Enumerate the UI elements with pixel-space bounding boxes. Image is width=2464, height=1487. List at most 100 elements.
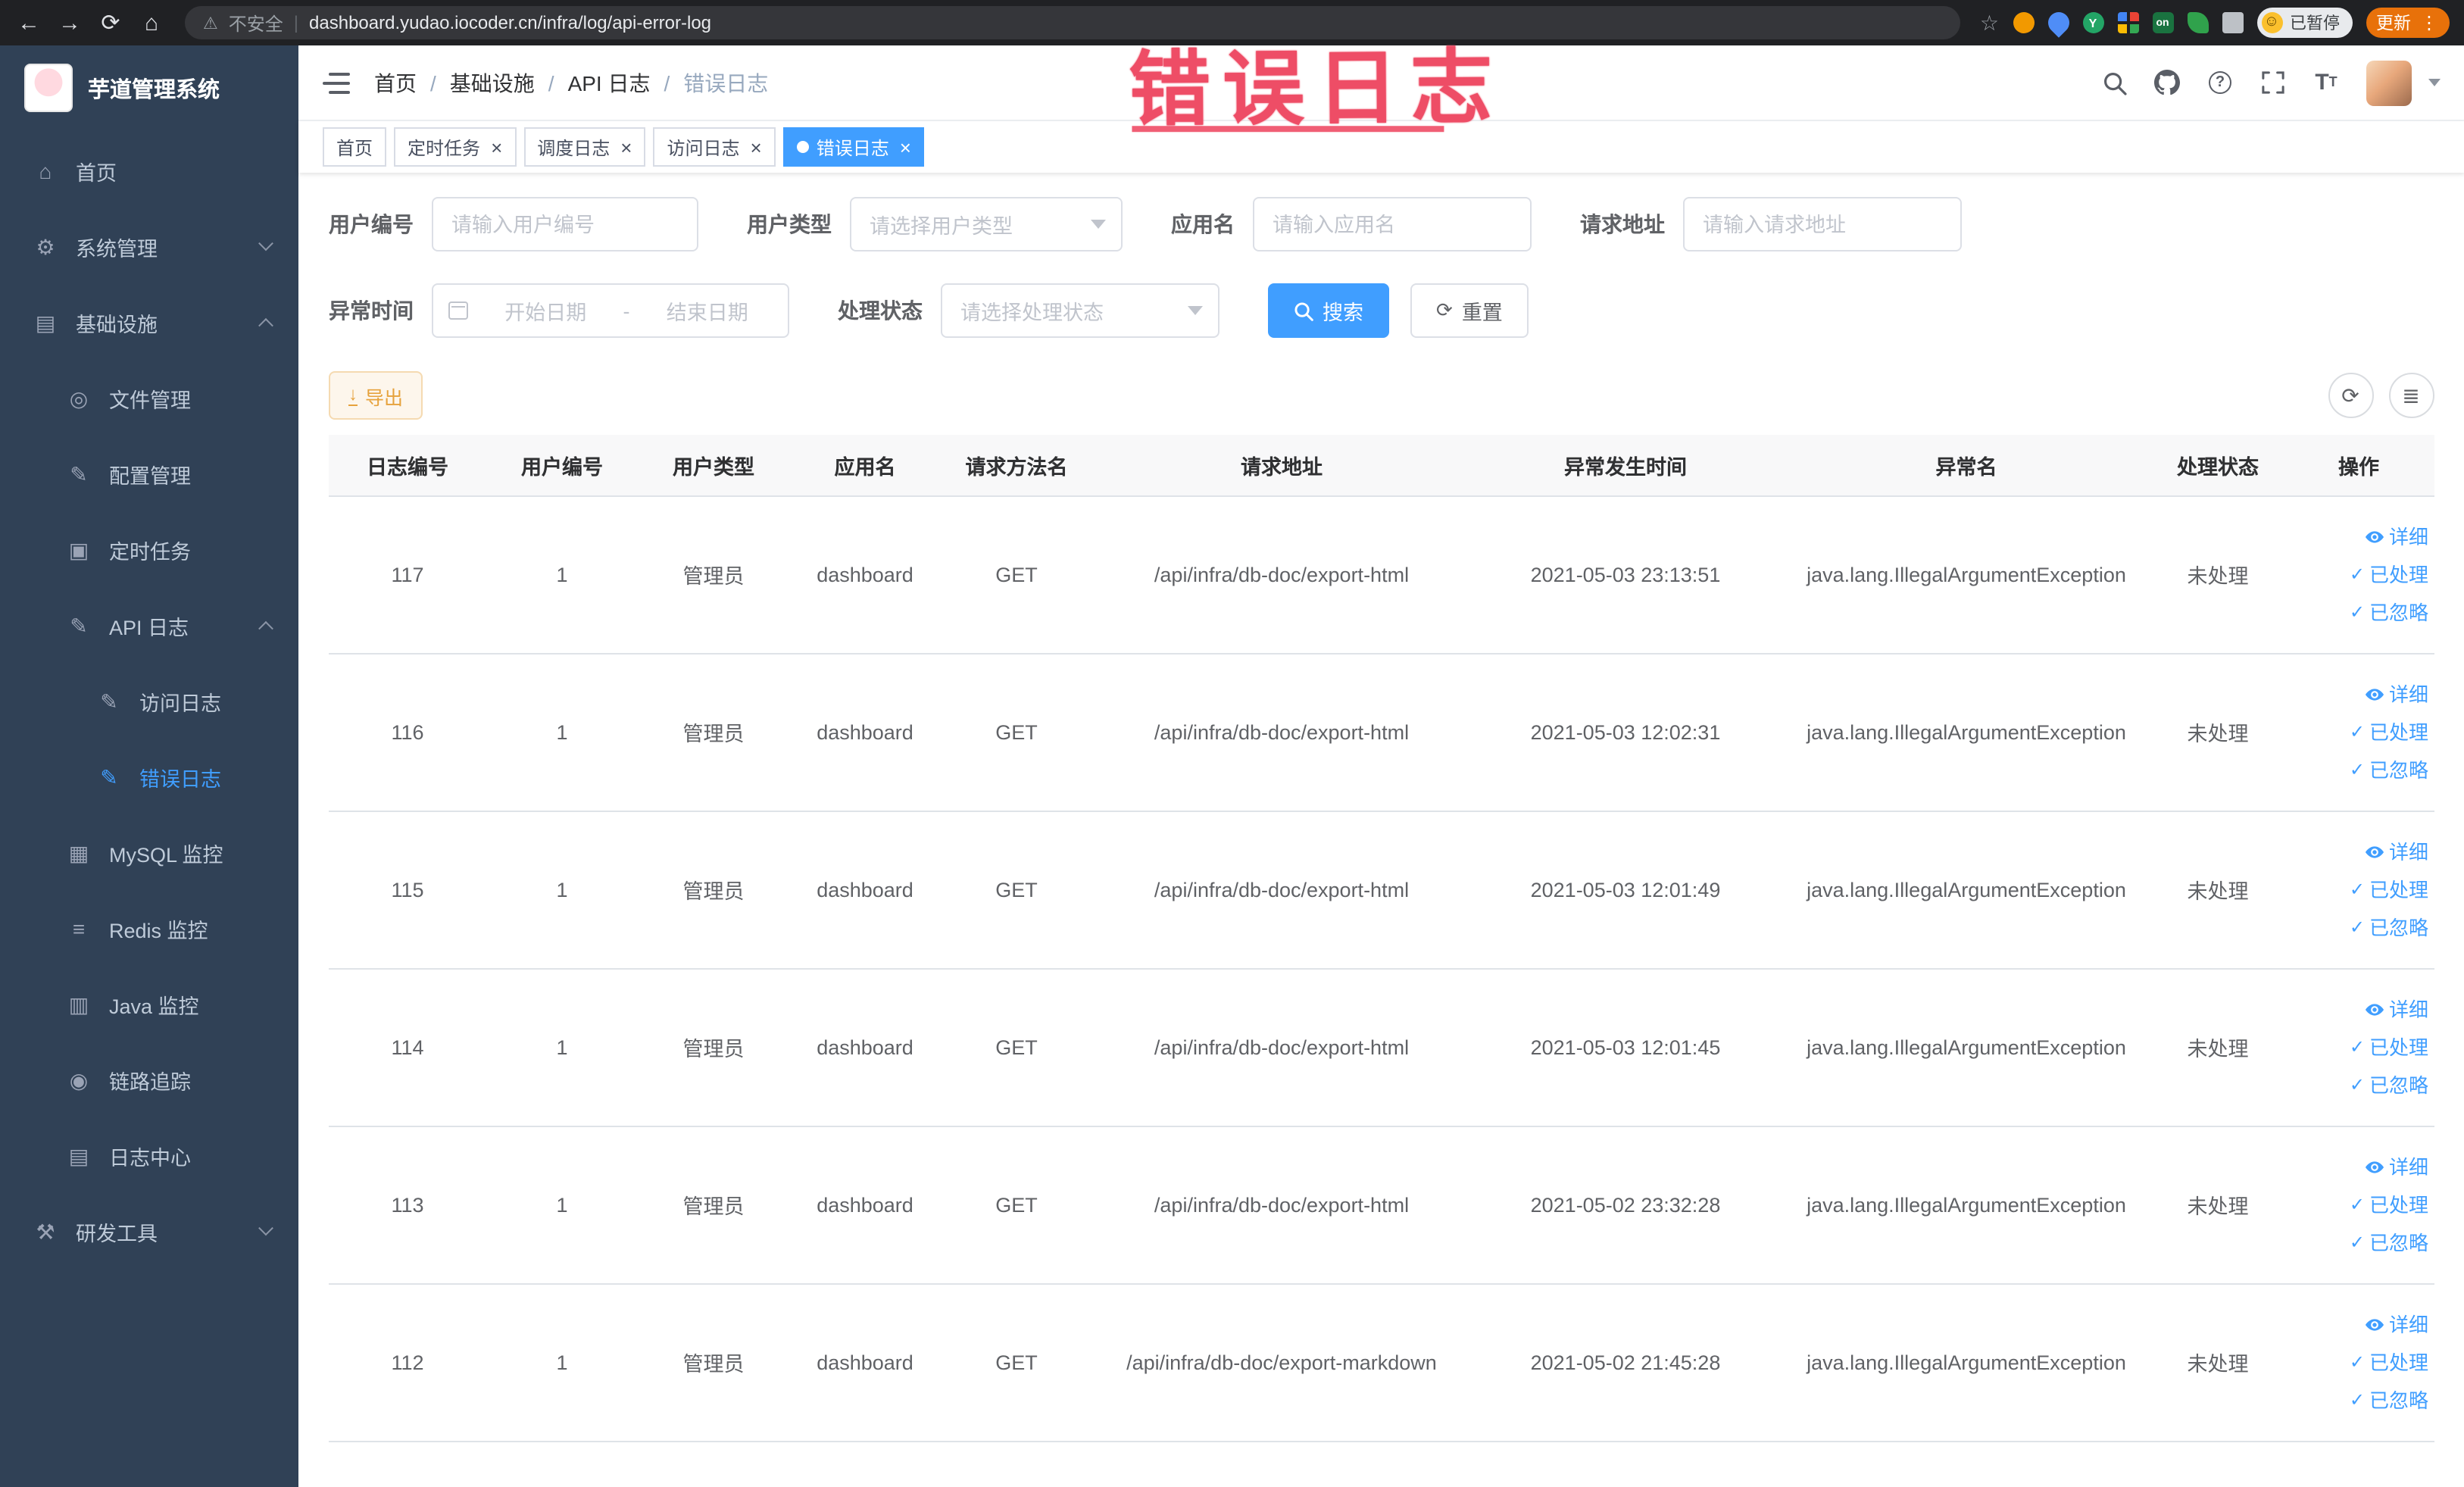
cell-user_type: 管理员 bbox=[638, 811, 789, 969]
reset-button[interactable]: ⟳ 重置 bbox=[1410, 283, 1529, 338]
address-bar[interactable]: ⚠ 不安全 | dashboard.yudao.iocoder.cn/infra… bbox=[185, 6, 1960, 39]
breadcrumb-item[interactable]: 首页 bbox=[374, 67, 417, 98]
tab-access-log[interactable]: 访问日志 × bbox=[653, 127, 776, 167]
java-icon: ▥ bbox=[68, 992, 89, 1016]
sidebar-toggle-icon[interactable] bbox=[323, 72, 350, 93]
breadcrumb-separator: / bbox=[548, 70, 554, 95]
tab-job-log[interactable]: 调度日志 × bbox=[523, 127, 646, 167]
close-icon[interactable]: × bbox=[900, 137, 911, 157]
ignored-link[interactable]: ✓ 已忽略 bbox=[2289, 908, 2428, 946]
sidebar-item-api-log[interactable]: ✎ API 日志 bbox=[0, 588, 298, 664]
detail-link[interactable]: 详细 bbox=[2289, 675, 2428, 713]
breadcrumb-item[interactable]: API 日志 bbox=[568, 67, 651, 98]
content: 用户编号 用户类型 请选择用户类型 应用名 bbox=[298, 173, 2464, 1487]
user-type-select[interactable]: 请选择用户类型 bbox=[850, 197, 1123, 251]
sidebar-item-label: 文件管理 bbox=[109, 389, 191, 412]
fullscreen-icon[interactable] bbox=[2259, 69, 2287, 96]
extension-icon[interactable]: Y bbox=[2082, 12, 2103, 33]
profile-chip[interactable]: ☺ 已暂停 bbox=[2256, 8, 2352, 38]
processed-link[interactable]: ✓ 已处理 bbox=[2289, 870, 2428, 908]
sidebar-item-system-mgmt[interactable]: ⚙ 系统管理 bbox=[0, 209, 298, 285]
detail-link[interactable]: 详细 bbox=[2289, 1305, 2428, 1343]
column-settings-button[interactable]: ≣ bbox=[2388, 373, 2434, 418]
chevron-down-icon bbox=[258, 1220, 273, 1236]
process-status-select[interactable]: 请选择处理状态 bbox=[941, 283, 1220, 338]
breadcrumb-item: 错误日志 bbox=[683, 70, 769, 95]
request-url-input[interactable] bbox=[1683, 197, 1962, 251]
sidebar-item-infrastructure[interactable]: ▤ 基础设施 bbox=[0, 285, 298, 361]
detail-link[interactable]: 详细 bbox=[2289, 990, 2428, 1028]
refresh-table-button[interactable]: ⟳ bbox=[2328, 373, 2373, 418]
active-dot-icon bbox=[796, 141, 809, 153]
sidebar-item-redis-monitor[interactable]: ≡ Redis 监控 bbox=[0, 891, 298, 967]
filter-exception-time: 异常时间 开始日期 - 结束日期 bbox=[329, 283, 789, 338]
sidebar-item-error-log[interactable]: ✎ 错误日志 bbox=[0, 739, 298, 815]
sidebar-item-file-mgmt[interactable]: ◎ 文件管理 bbox=[0, 361, 298, 436]
ignored-link[interactable]: ✓ 已忽略 bbox=[2289, 1223, 2428, 1261]
ignored-link[interactable]: ✓ 已忽略 bbox=[2289, 751, 2428, 789]
home-icon: ⌂ bbox=[39, 159, 52, 183]
bookmark-star-icon[interactable]: ☆ bbox=[1980, 10, 1999, 36]
sidebar-item-dev-tools[interactable]: ⚒ 研发工具 bbox=[0, 1194, 298, 1270]
sidebar-item-scheduled-jobs[interactable]: ▣ 定时任务 bbox=[0, 512, 298, 588]
browser-update-button[interactable]: 更新 ⋮ bbox=[2366, 8, 2449, 38]
ignored-link[interactable]: ✓ 已忽略 bbox=[2289, 1066, 2428, 1104]
extension-icon[interactable] bbox=[2013, 12, 2034, 33]
processed-link[interactable]: ✓ 已处理 bbox=[2289, 713, 2428, 751]
breadcrumb-item[interactable]: 基础设施 bbox=[450, 67, 535, 98]
font-size-icon[interactable]: TT bbox=[2313, 69, 2340, 96]
sidebar-item-mysql-monitor[interactable]: ▦ MySQL 监控 bbox=[0, 815, 298, 891]
processed-link[interactable]: ✓ 已处理 bbox=[2289, 1343, 2428, 1381]
cell-time: 2021-05-03 12:01:49 bbox=[1471, 811, 1780, 969]
processed-link[interactable]: ✓ 已处理 bbox=[2289, 1186, 2428, 1223]
reload-icon[interactable]: ⟳ bbox=[97, 9, 124, 36]
sidebar-item-log-center[interactable]: ▤ 日志中心 bbox=[0, 1118, 298, 1194]
cell-time: 2021-05-03 23:13:51 bbox=[1471, 495, 1780, 654]
extension-icon[interactable] bbox=[2043, 8, 2073, 38]
search-button[interactable]: 搜索 bbox=[1268, 283, 1389, 338]
detail-link[interactable]: 详细 bbox=[2289, 833, 2428, 870]
sidebar-item-trace[interactable]: ◉ 链路追踪 bbox=[0, 1042, 298, 1118]
close-icon[interactable]: × bbox=[751, 137, 762, 157]
extension-icon[interactable] bbox=[2117, 12, 2138, 33]
user-id-input[interactable] bbox=[432, 197, 698, 251]
detail-link[interactable]: 详细 bbox=[2289, 1148, 2428, 1186]
column-header: 异常发生时间 bbox=[1471, 435, 1780, 496]
sidebar-item-java-monitor[interactable]: ▥ Java 监控 bbox=[0, 967, 298, 1042]
avatar-caret-icon[interactable] bbox=[2428, 79, 2440, 86]
processed-link[interactable]: ✓ 已处理 bbox=[2289, 555, 2428, 593]
ignored-link[interactable]: ✓ 已忽略 bbox=[2289, 1381, 2428, 1419]
tab-home[interactable]: 首页 bbox=[323, 127, 387, 167]
cell-actions: 详细 ✓ 已处理 ✓ 已忽略 bbox=[2283, 811, 2434, 969]
kebab-menu-icon[interactable]: ⋮ bbox=[2420, 12, 2438, 33]
table-row: 116 1 管理员 dashboard GET/api/infra/db-doc/exp… bbox=[329, 653, 2434, 811]
job-icon: ▣ bbox=[68, 537, 89, 561]
date-range-picker[interactable]: 开始日期 - 结束日期 bbox=[432, 283, 789, 338]
tab-scheduled-jobs[interactable]: 定时任务 × bbox=[394, 127, 517, 167]
sidebar-item-home[interactable]: ⌂ 首页 bbox=[0, 133, 298, 209]
app-name-input[interactable] bbox=[1253, 197, 1532, 251]
forward-icon[interactable]: → bbox=[56, 10, 83, 36]
detail-link[interactable]: 详细 bbox=[2289, 517, 2428, 555]
ignored-link[interactable]: ✓ 已忽略 bbox=[2289, 593, 2428, 631]
sidebar-item-config-mgmt[interactable]: ✎ 配置管理 bbox=[0, 436, 298, 512]
user-avatar[interactable] bbox=[2366, 60, 2411, 105]
close-icon[interactable]: × bbox=[491, 137, 502, 157]
search-icon[interactable] bbox=[2100, 69, 2128, 96]
github-icon[interactable] bbox=[2153, 69, 2181, 96]
sidebar-logo[interactable]: 芋道管理系统 bbox=[0, 45, 298, 130]
processed-link[interactable]: ✓ 已处理 bbox=[2289, 1028, 2428, 1066]
export-button[interactable]: ↓ 导出 bbox=[329, 371, 423, 420]
back-icon[interactable]: ← bbox=[15, 10, 42, 36]
sidebar-item-access-log[interactable]: ✎ 访问日志 bbox=[0, 664, 298, 739]
help-icon[interactable]: ? bbox=[2206, 69, 2234, 96]
home-icon[interactable]: ⌂ bbox=[138, 10, 165, 36]
tab-error-log[interactable]: 错误日志 × bbox=[782, 127, 925, 167]
close-icon[interactable]: × bbox=[620, 137, 632, 157]
check-icon: ✓ bbox=[2349, 720, 2365, 742]
cell-method: GET bbox=[941, 811, 1092, 969]
file-icon: ◎ bbox=[69, 386, 89, 410]
extension-icon[interactable] bbox=[2222, 12, 2243, 33]
extension-icon[interactable] bbox=[2187, 12, 2208, 33]
extension-icon[interactable]: on bbox=[2152, 12, 2173, 33]
